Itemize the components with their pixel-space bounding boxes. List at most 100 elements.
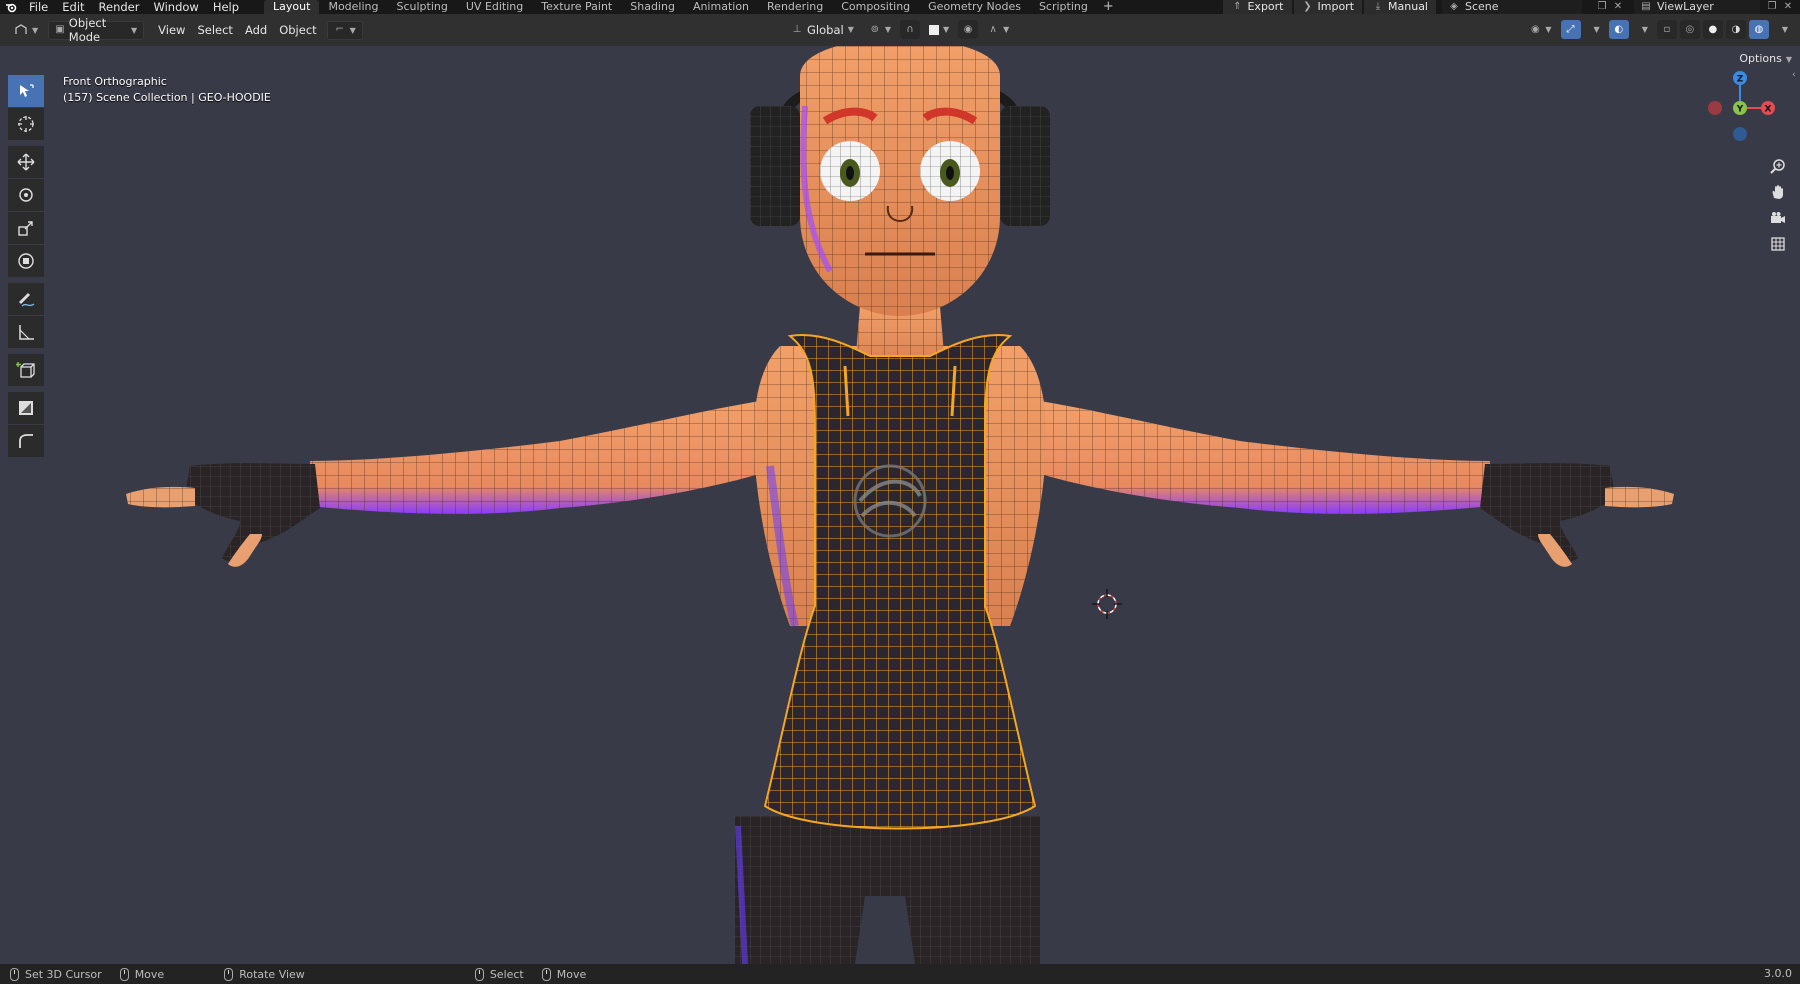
3d-cursor[interactable] <box>1092 589 1122 619</box>
3d-viewport[interactable]: Front Orthographic (157) Scene Collectio… <box>0 46 1800 964</box>
tab-geometry-nodes[interactable]: Geometry Nodes <box>919 0 1030 14</box>
select-box-icon <box>20 84 34 97</box>
scale-tool[interactable] <box>8 212 44 244</box>
remove-scene-icon[interactable]: ✕ <box>1612 1 1624 13</box>
grid-icon <box>1771 237 1785 251</box>
shading-material[interactable]: ◑ <box>1725 20 1746 39</box>
overlays-icon: ◐ <box>1614 23 1624 35</box>
transform-tool[interactable] <box>8 245 44 277</box>
gizmo-options[interactable]: ▼ <box>1584 20 1606 39</box>
menu-edit[interactable]: Edit <box>55 0 91 14</box>
navigation-gizmo[interactable]: Z X Y <box>1700 68 1780 148</box>
menu-object[interactable]: Object <box>273 21 322 40</box>
download-icon: ⤓ <box>1375 1 1381 12</box>
shading-options[interactable]: ▼ <box>1772 20 1794 39</box>
mouse-right-drag-icon <box>541 967 551 981</box>
import-icon: ❯ <box>1303 1 1312 12</box>
remove-viewlayer-icon[interactable]: ✕ <box>1782 1 1794 13</box>
tab-uv-editing[interactable]: UV Editing <box>457 0 532 14</box>
camera-view-button[interactable] <box>1766 206 1790 230</box>
tab-compositing[interactable]: Compositing <box>832 0 919 14</box>
status-label: Move <box>556 967 587 981</box>
add-cube-tool[interactable] <box>8 354 44 386</box>
menu-add[interactable]: Add <box>239 21 273 40</box>
top-menu-bar: File Edit Render Window Help Layout Mode… <box>0 0 1800 14</box>
pivot-selector[interactable]: ⊚ ▼ <box>863 20 897 39</box>
mouse-left-icon <box>10 967 19 981</box>
overlays-options[interactable]: ▼ <box>1632 20 1654 39</box>
character-head <box>800 46 1000 316</box>
menu-select[interactable]: Select <box>191 21 238 40</box>
menu-view[interactable]: View <box>152 21 191 40</box>
object-mode-icon: ▣ <box>55 24 65 35</box>
visibility-selector[interactable]: ◉ ▼ <box>1523 20 1557 39</box>
orientation-selector[interactable]: ⊥ Global ▼ <box>785 20 860 39</box>
menu-render[interactable]: Render <box>92 0 147 14</box>
snap-toggle[interactable]: ∩ <box>900 20 920 39</box>
annotate-tool[interactable] <box>8 283 44 315</box>
proportional-edit-icon: ◉ <box>963 23 973 35</box>
move-tool[interactable] <box>8 146 44 178</box>
shading-wireframe[interactable]: ◎ <box>1679 20 1700 39</box>
blender-logo-icon[interactable] <box>0 0 22 14</box>
overlays-toggle[interactable]: ◐ <box>1608 20 1629 39</box>
shading-solid[interactable]: ● <box>1702 20 1723 39</box>
character-model[interactable] <box>0 46 1800 964</box>
radius-tool[interactable] <box>8 425 44 457</box>
new-viewlayer-icon[interactable]: ❐ <box>1766 1 1778 13</box>
tab-texture-paint[interactable]: Texture Paint <box>532 0 621 14</box>
collection-info-label: (157) Scene Collection | GEO-HOODIE <box>63 91 271 104</box>
menu-file[interactable]: File <box>22 0 55 14</box>
shear-tool[interactable] <box>8 392 44 424</box>
scene-name: Scene <box>1465 0 1499 13</box>
gizmo-toggle[interactable]: ⤢ <box>1560 20 1581 39</box>
rotate-icon <box>19 188 33 202</box>
hand-icon <box>1772 185 1783 199</box>
editor-type-icon <box>15 24 27 34</box>
shading-rendered[interactable]: ◍ <box>1748 20 1769 39</box>
pan-view-button[interactable] <box>1766 180 1790 204</box>
mode-selector[interactable]: ▣ Object Mode ▼ <box>48 16 145 44</box>
tool-shelf <box>8 75 46 458</box>
tab-shading[interactable]: Shading <box>621 0 684 14</box>
tab-sculpting[interactable]: Sculpting <box>388 0 457 14</box>
viewlayer-selector[interactable]: ▤ ViewLayer <box>1634 0 1760 14</box>
select-box-tool[interactable] <box>8 75 44 107</box>
status-rotate-view: Rotate View <box>224 967 305 981</box>
cursor-tool[interactable] <box>8 108 44 140</box>
falloff-selector[interactable]: ∧ ▼ <box>981 20 1015 39</box>
manual-button[interactable]: ⤓ Manual <box>1364 0 1436 14</box>
new-scene-icon[interactable]: ❐ <box>1596 1 1608 13</box>
tab-scripting[interactable]: Scripting <box>1030 0 1097 14</box>
view-name-label: Front Orthographic <box>63 75 167 88</box>
proportional-edit-toggle[interactable]: ◉ <box>958 20 979 39</box>
export-button[interactable]: ⇑ Export <box>1223 0 1292 14</box>
gizmo-dropdown[interactable]: ⌐ ▼ <box>326 20 363 40</box>
options-dropdown[interactable]: Options ▼ <box>1739 52 1792 65</box>
measure-tool[interactable] <box>8 316 44 348</box>
rotate-tool[interactable] <box>8 179 44 211</box>
status-move-2: Move <box>541 967 587 981</box>
version-label: 3.0.0 <box>1764 967 1792 980</box>
viewport-display-controls: ◉ ▼ ⤢ ▼ ◐ ▼ ▫ ◎ ● ◑ ◍ ▼ <box>1523 20 1794 39</box>
zoom-view-button[interactable] <box>1766 154 1790 178</box>
tab-rendering[interactable]: Rendering <box>758 0 832 14</box>
tab-animation[interactable]: Animation <box>684 0 758 14</box>
tab-layout[interactable]: Layout <box>264 0 320 14</box>
status-bar: Set 3D Cursor Move Rotate View Select Mo… <box>0 964 1800 984</box>
scene-selector[interactable]: ◈ Scene <box>1442 0 1582 14</box>
options-label: Options <box>1739 52 1782 65</box>
character-left-arm <box>126 401 770 567</box>
tab-modeling[interactable]: Modeling <box>319 0 387 14</box>
perspective-toggle-button[interactable] <box>1766 232 1790 256</box>
menu-window[interactable]: Window <box>146 0 205 14</box>
import-button[interactable]: ❯ Import <box>1293 0 1363 14</box>
sidebar-toggle-icon[interactable]: ‹ <box>1792 70 1800 84</box>
editor-type-button[interactable]: ▼ <box>8 21 44 40</box>
snap-target-selector[interactable]: ▼ <box>923 20 955 39</box>
add-workspace-icon[interactable]: + <box>1097 0 1120 14</box>
xray-toggle[interactable]: ▫ <box>1656 20 1677 39</box>
top-right-controls: ⇑ Export ❯ Import ⤓ Manual ◈ Scene ❐ ✕ ▤ View… <box>1221 0 1800 14</box>
menu-help[interactable]: Help <box>206 0 246 14</box>
gizmo-y-label: Y <box>1736 105 1744 115</box>
